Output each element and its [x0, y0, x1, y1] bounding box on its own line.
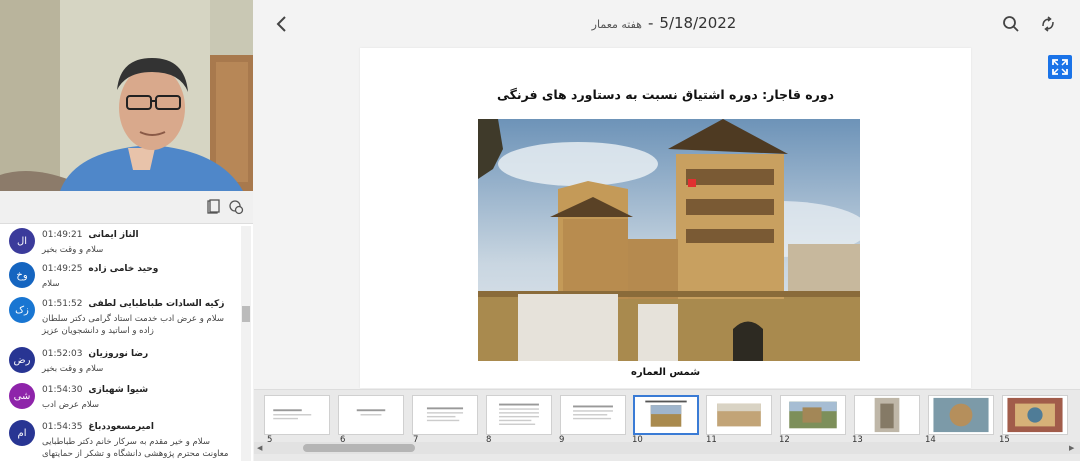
rotate-icon[interactable]: [1039, 15, 1057, 33]
chat-scrollbar[interactable]: [241, 226, 251, 461]
search-icon[interactable]: [1002, 15, 1020, 33]
sender-name: الناز ایمانی: [88, 230, 139, 240]
page-title: هفته معمار -5/18/2022: [504, 13, 824, 32]
video-toolbar: [0, 191, 253, 224]
main-area: هفته معمار -5/18/2022 دوره قاجار: دوره اش…: [254, 0, 1080, 461]
slide-thumbnail[interactable]: [928, 395, 994, 435]
left-panel: ال 01:49:21 الناز ایمانی سلام و وقت بخیر …: [0, 0, 253, 461]
slide-thumbnail[interactable]: [706, 395, 772, 435]
avatar: شی: [9, 383, 35, 409]
avatar: وخ: [9, 262, 35, 288]
sender-name: شیوا شهبازی: [88, 385, 149, 395]
slide-thumbnail[interactable]: [412, 395, 478, 435]
chevron-left-icon[interactable]: [272, 14, 292, 34]
avatar: ال: [9, 228, 35, 254]
slide-thumbnail[interactable]: [780, 395, 846, 435]
chat-message: وخ 01:49:25 وحید خامی زاده سلام: [0, 262, 240, 302]
slide-thumbnail[interactable]: [338, 395, 404, 435]
message-header: 01:49:25 وحید خامی زاده: [42, 264, 158, 274]
building-photo: [478, 119, 860, 361]
avatar: رض: [9, 347, 35, 373]
message-time: 01:54:35: [42, 422, 83, 432]
sender-name: رضا نوروزیان: [88, 349, 149, 359]
message-text: سلام و وقت بخیر: [42, 245, 104, 255]
chat-message: زک 01:51:52 زکیه السادات طباطبایی لطفی سل…: [0, 297, 240, 345]
slide-thumbnail[interactable]: [854, 395, 920, 435]
thumbnail-strip: 5 6 7 8 9 10 11 12 13 14 15 ◀ ▶: [254, 389, 1080, 461]
message-text: سلام و عرض ادب خدمت استاد گرامی دکتر سلط…: [42, 314, 224, 336]
slide-photo: [478, 119, 860, 361]
slide-caption: شمس العماره: [630, 367, 701, 378]
chat-panel: ال 01:49:21 الناز ایمانی سلام و وقت بخیر …: [0, 224, 253, 461]
slide-thumbnail[interactable]: [264, 395, 330, 435]
message-text: سلام عرض ادب: [42, 400, 100, 410]
message-header: 01:54:35 امیرمسعود‌دباغ: [42, 422, 154, 432]
message-text: سلام و وقت بخیر: [42, 364, 104, 374]
clipboard-icon[interactable]: [205, 199, 221, 215]
sender-name: زکیه السادات طباطبایی لطفی: [88, 299, 225, 309]
thumbnail-scrollbar-thumb[interactable]: [303, 444, 415, 452]
chat-scrollbar-thumb[interactable]: [242, 306, 250, 322]
chat-message: شی 01:54:30 شیوا شهبازی سلام عرض ادب: [0, 383, 240, 423]
message-time: 01:51:52: [42, 299, 83, 309]
message-header: 01:49:21 الناز ایمانی: [42, 230, 139, 240]
sender-name: وحید خامی زاده: [88, 264, 159, 274]
message-header: 01:52:03 رضا نوروزیان: [42, 349, 148, 359]
title-separator: -: [647, 14, 654, 32]
sender-name: امیرمسعود‌دباغ: [88, 422, 154, 432]
scroll-right-icon[interactable]: ▶: [1069, 444, 1074, 452]
presenter-video-frame: [0, 0, 253, 191]
slide-canvas: دوره قاجار: دوره اشتیاق نسبت به دستاورد …: [360, 48, 971, 388]
scroll-left-icon[interactable]: ◀: [257, 444, 262, 452]
course-title: هفته معمار: [591, 18, 642, 31]
chat-message: ام 01:54:35 امیرمسعود‌دباغ سلام و خیر مقد…: [0, 420, 240, 461]
message-time: 01:49:21: [42, 230, 83, 240]
slide-thumbnail[interactable]: [486, 395, 552, 435]
slide-title: دوره قاجار: دوره اشتیاق نسبت به دستاورد …: [496, 87, 835, 102]
message-time: 01:52:03: [42, 349, 83, 359]
avatar: ام: [9, 420, 35, 446]
presenter-video[interactable]: [0, 0, 253, 191]
app-window: ال 01:49:21 الناز ایمانی سلام و وقت بخیر …: [0, 0, 1080, 461]
chat-message: رض 01:52:03 رضا نوروزیان سلام و وقت بخیر: [0, 347, 240, 387]
message-time: 01:54:30: [42, 385, 83, 395]
message-time: 01:49:25: [42, 264, 83, 274]
chat-bubbles-icon[interactable]: [228, 199, 244, 215]
slide-thumbnail[interactable]: [1002, 395, 1068, 435]
message-header: 01:54:30 شیوا شهبازی: [42, 385, 148, 395]
thumbnail-scrollbar[interactable]: ◀ ▶: [254, 442, 1080, 454]
slide-thumbnail[interactable]: [560, 395, 626, 435]
lesson-date: 5/18/2022: [659, 14, 737, 32]
avatar: زک: [9, 297, 35, 323]
message-text: سلام: [42, 279, 60, 289]
top-bar: هفته معمار -5/18/2022: [254, 0, 1080, 48]
slide-thumbnail-active[interactable]: [633, 395, 699, 435]
message-text: سلام و خیر مقدم به سرکار خانم دکتر طباطب…: [42, 437, 229, 459]
fullscreen-icon[interactable]: [1048, 55, 1072, 79]
message-header: 01:51:52 زکیه السادات طباطبایی لطفی: [42, 299, 224, 309]
